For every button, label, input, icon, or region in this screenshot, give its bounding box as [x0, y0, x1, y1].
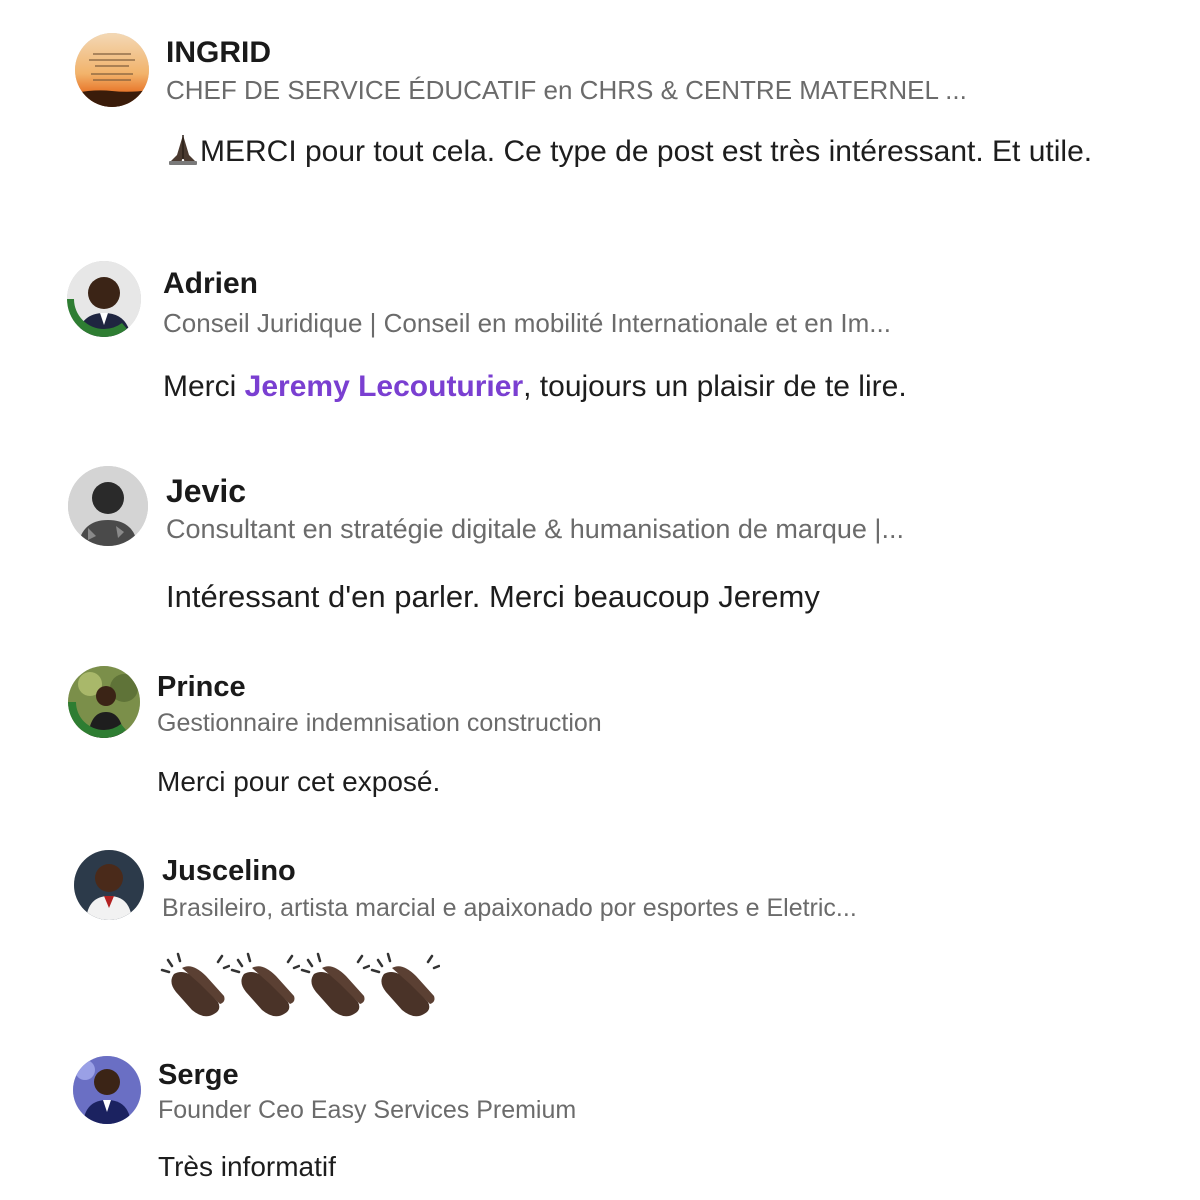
author-headline: Founder Ceo Easy Services Premium — [158, 1096, 577, 1124]
author-headline: Gestionnaire indemnisation construction — [157, 709, 602, 737]
avatar[interactable] — [73, 1056, 141, 1124]
author-name[interactable]: INGRID — [166, 36, 271, 70]
author-headline: Conseil Juridique | Conseil en mobilité … — [163, 308, 891, 338]
avatar[interactable] — [67, 261, 141, 337]
comment-body: MERCI pour tout cela. Ce type de post es… — [200, 135, 1093, 168]
person-avatar-icon — [67, 261, 141, 337]
author-headline: Consultant en stratégie digitale & human… — [166, 514, 904, 544]
person-avatar-icon — [68, 666, 140, 738]
mention-link[interactable]: Jeremy Lecouturier — [245, 370, 523, 403]
comment-body: Très informatif — [158, 1151, 336, 1182]
author-name[interactable]: Prince — [157, 671, 246, 704]
avatar[interactable] — [75, 33, 149, 107]
person-avatar-icon — [68, 466, 148, 546]
clapping-hands-icon — [160, 950, 230, 1020]
avatar[interactable] — [68, 466, 148, 546]
clapping-hands-icon — [300, 950, 370, 1020]
author-headline: Brasileiro, artista marcial e apaixonado… — [162, 894, 857, 922]
sunset-avatar-icon — [75, 33, 149, 107]
avatar[interactable] — [68, 666, 140, 738]
comment-text: Merci Jeremy Lecouturier, toujours un pl… — [163, 365, 1143, 409]
comment-text: MERCI pour tout cela. Ce type de post es… — [166, 130, 1126, 178]
clapping-hands-icon — [230, 950, 300, 1020]
comment-text — [160, 950, 760, 1032]
author-headline: CHEF DE SERVICE ÉDUCATIF en CHRS & CENTR… — [166, 75, 967, 105]
author-name[interactable]: Jevic — [166, 473, 246, 510]
author-name[interactable]: Serge — [158, 1059, 239, 1092]
person-avatar-icon — [74, 850, 144, 920]
comment-body: Intéressant d'en parler. Merci beaucoup … — [166, 579, 820, 614]
comment-text: Merci pour cet exposé. — [157, 762, 1137, 803]
clapping-hands-icon — [370, 950, 440, 1020]
author-name[interactable]: Adrien — [163, 267, 258, 301]
comment-body-end: , toujours un plaisir de te lire. — [523, 370, 907, 403]
person-avatar-icon — [73, 1056, 141, 1124]
pray-icon — [166, 133, 200, 178]
avatar[interactable] — [74, 850, 144, 920]
author-name[interactable]: Juscelino — [162, 855, 296, 888]
comment-body: Merci pour cet exposé. — [157, 766, 441, 797]
comment-body-start: Merci — [163, 370, 245, 403]
comment-text: Intéressant d'en parler. Merci beaucoup … — [166, 575, 1146, 620]
comment-text: Très informatif — [158, 1147, 1138, 1188]
